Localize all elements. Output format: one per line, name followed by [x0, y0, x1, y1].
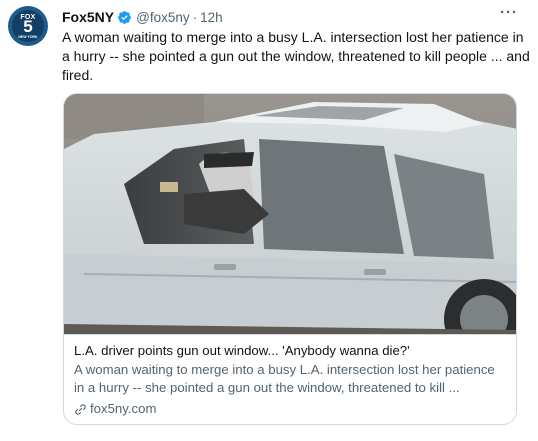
- account-handle[interactable]: @fox5ny: [136, 10, 189, 25]
- separator-dot: ·: [192, 9, 198, 25]
- card-title[interactable]: L.A. driver points gun out window... 'An…: [74, 342, 508, 359]
- link-card[interactable]: L.A. driver points gun out window... 'An…: [63, 93, 517, 425]
- avatar[interactable]: FOX 5 NEW YORK: [8, 6, 48, 46]
- more-dots-icon[interactable]: ···: [497, 5, 521, 25]
- tweet-header: Fox5NY @fox5ny · 12h: [62, 8, 223, 26]
- card-domain-row[interactable]: fox5ny.com: [74, 400, 508, 418]
- card-domain[interactable]: fox5ny.com: [90, 400, 156, 418]
- card-description: A woman waiting to merge into a busy L.A…: [74, 362, 495, 395]
- fox5-logo: FOX 5 NEW YORK: [12, 10, 44, 42]
- tweet-timestamp[interactable]: 12h: [200, 10, 223, 25]
- avatar-city-text: NEW YORK: [18, 35, 38, 39]
- link-icon: [75, 403, 86, 415]
- verified-badge-icon: [118, 10, 132, 24]
- tweet-text: A woman waiting to merge into a busy L.A…: [62, 29, 530, 83]
- card-image: [64, 94, 516, 334]
- avatar-number-text: 5: [23, 17, 33, 36]
- account-name[interactable]: Fox5NY: [62, 9, 114, 25]
- card-body: L.A. driver points gun out window... 'An…: [64, 334, 516, 424]
- tweet[interactable]: FOX 5 NEW YORK Fox5NY @fox5ny · 12h ··· …: [0, 0, 538, 441]
